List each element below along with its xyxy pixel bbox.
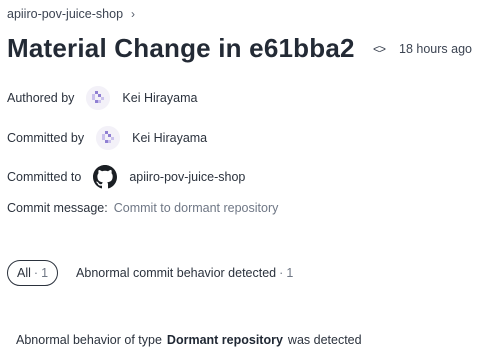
tab-abnormal-count: 1 <box>286 266 294 280</box>
github-icon <box>93 165 118 189</box>
detail-prefix: Abnormal behavior of type <box>16 333 162 347</box>
committer-avatar <box>96 126 121 150</box>
detail-type: Dormant repository <box>166 333 283 347</box>
page-title: Material Change in e61bba2 <box>7 33 355 63</box>
author-name[interactable]: Kei Hirayama <box>122 91 197 105</box>
header-meta: <> 18 hours ago <box>373 42 472 56</box>
time-ago: 18 hours ago <box>399 41 472 56</box>
tab-all-count: 1 <box>41 266 49 280</box>
committed-by-label: Committed by <box>7 131 85 145</box>
committed-to-label: Committed to <box>7 170 82 184</box>
tab-all[interactable]: All · 1 <box>7 260 59 286</box>
page: apiiro-pov-juice-shop › Material Change … <box>0 0 479 358</box>
tab-abnormal-commit[interactable]: Abnormal commit behavior detected · 1 <box>76 266 293 280</box>
tab-all-separator: · <box>33 266 39 280</box>
breadcrumb: apiiro-pov-juice-shop › <box>7 7 135 21</box>
committed-to-repo[interactable]: apiiro-pov-juice-shop <box>129 170 245 184</box>
findings-tabs: All · 1 Abnormal commit behavior detecte… <box>7 260 293 286</box>
authored-by-row: Authored by Kei Hirayama <box>7 86 197 110</box>
committer-name[interactable]: Kei Hirayama <box>132 131 207 145</box>
breadcrumb-repo-link[interactable]: apiiro-pov-juice-shop <box>7 7 123 21</box>
committed-to-row: Committed to apiiro-pov-juice-shop <box>7 165 245 189</box>
tab-abnormal-label: Abnormal commit behavior detected <box>76 266 277 280</box>
committed-by-row: Committed by Kei Hirayama <box>7 126 207 150</box>
authored-by-label: Authored by <box>7 91 75 105</box>
author-avatar <box>86 86 111 110</box>
commit-message-label: Commit message: <box>7 201 108 215</box>
tab-all-label: All <box>17 266 31 280</box>
code-icon[interactable]: <> <box>373 42 386 56</box>
detail-suffix: was detected <box>287 333 362 347</box>
tab-abnormal-separator: · <box>279 266 284 280</box>
chevron-right-icon: › <box>131 7 136 21</box>
commit-message-value: Commit to dormant repository <box>113 201 279 215</box>
commit-message-row: Commit message: Commit to dormant reposi… <box>7 201 278 215</box>
finding-detail: Abnormal behavior of type Dormant reposit… <box>16 333 362 347</box>
title-row: Material Change in e61bba2 <> 18 hours a… <box>7 33 472 64</box>
